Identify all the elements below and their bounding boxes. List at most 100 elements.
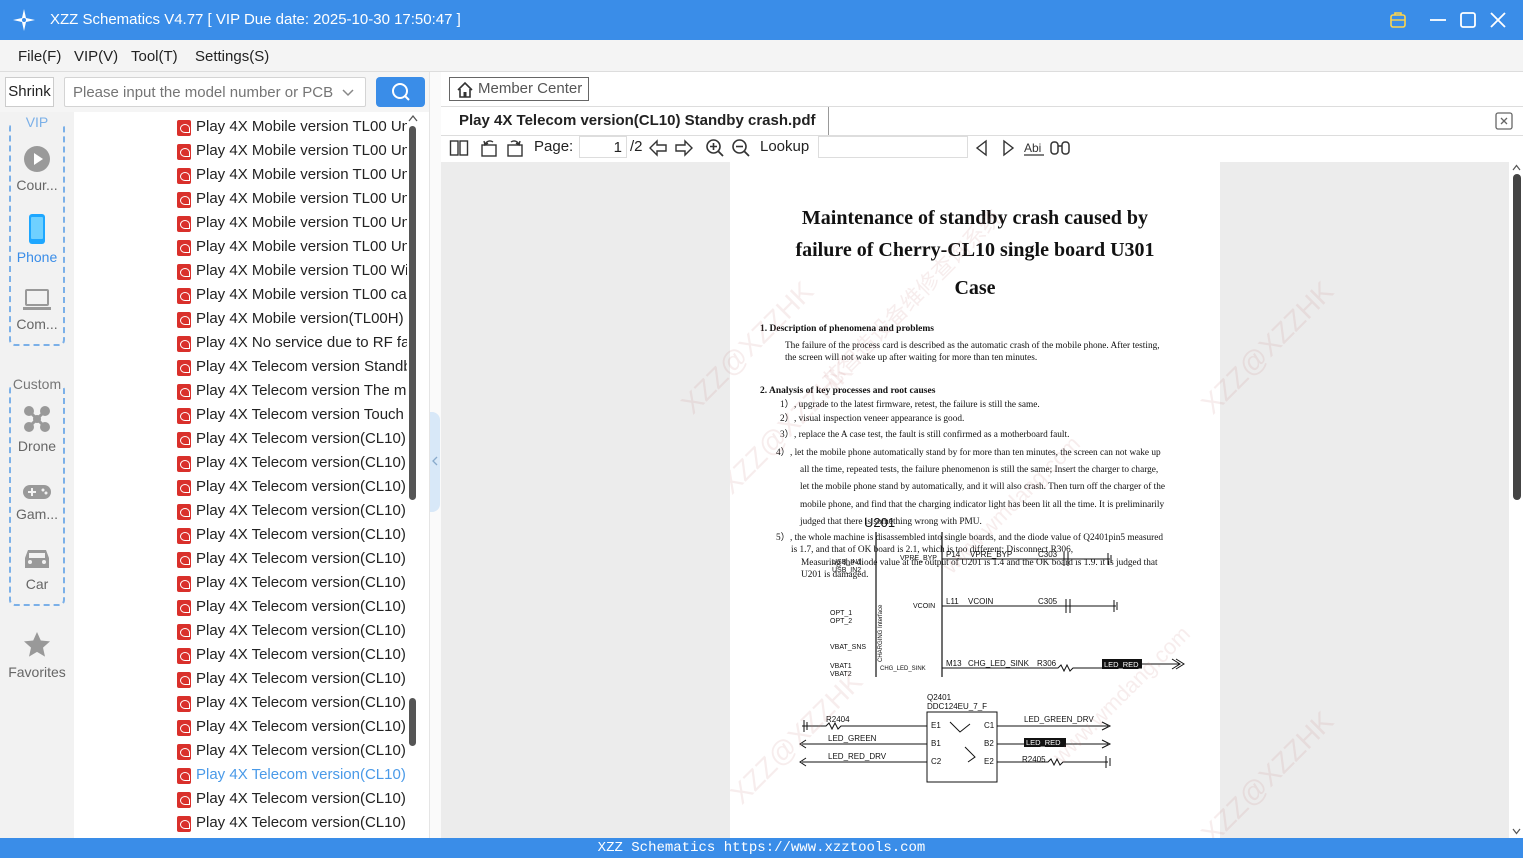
nav-games[interactable]: Gam... — [0, 482, 74, 522]
find-next-icon[interactable] — [998, 138, 1018, 158]
vip-bag-icon[interactable] — [1387, 9, 1409, 31]
page-number-field[interactable]: 1 — [579, 136, 627, 158]
file-list-item[interactable]: Play 4X Telecom version(CL10) I — [177, 668, 417, 692]
gamepad-icon — [23, 485, 51, 499]
file-list-item[interactable]: Play 4X Telecom version(CL10) I — [177, 620, 417, 644]
file-list-item[interactable]: Play 4X No service due to RF fai — [177, 332, 417, 356]
file-list-item[interactable]: Play 4X Telecom version(CL10) ( — [177, 452, 417, 476]
lookup-input[interactable] — [818, 136, 968, 158]
file-list-item[interactable]: Play 4X Telecom version(CL10) I — [177, 716, 417, 740]
document-scrollbar[interactable] — [1509, 162, 1523, 838]
menu-file[interactable]: File(F) — [18, 48, 61, 65]
previous-page-icon[interactable] — [648, 138, 668, 158]
file-list-item[interactable]: Play 4X Telecom version(CL10) S — [177, 764, 417, 788]
step-line: mobile phone, and find that the charging… — [800, 500, 1165, 510]
find-previous-icon[interactable] — [972, 138, 992, 158]
nav-drone[interactable]: Drone — [0, 404, 74, 454]
file-list-item[interactable]: Play 4X Telecom version Touch — [177, 404, 417, 428]
member-center-label: Member Center — [478, 80, 583, 97]
file-list-item[interactable]: Play 4X Mobile version TL00 Un — [177, 116, 417, 140]
menu-vip[interactable]: VIP(V) — [74, 48, 118, 65]
zoom-in-icon[interactable] — [705, 138, 725, 158]
file-list-item[interactable]: Play 4X Telecom version(CL10) I — [177, 644, 417, 668]
file-list-item[interactable]: Play 4X Mobile version TL00 car — [177, 284, 417, 308]
nav-label: Car — [25, 576, 49, 592]
member-center-button[interactable]: Member Center — [449, 77, 589, 101]
file-list-scroll-thumb-2[interactable] — [409, 698, 416, 746]
rotate-left-icon[interactable] — [479, 138, 499, 158]
nav-label: Com... — [16, 316, 58, 332]
status-bar: XZZ Schematics https://www.xzztools.com — [0, 838, 1523, 858]
file-name: Play 4X Mobile version TL00 Un — [196, 190, 410, 207]
file-list-item[interactable]: Play 4X Mobile version TL00 Un — [177, 164, 417, 188]
star-icon — [24, 632, 50, 657]
document-tab[interactable]: Play 4X Telecom version(CL10) Standby cr… — [441, 107, 829, 135]
scroll-down-icon[interactable] — [1512, 828, 1521, 835]
file-list-item[interactable]: Play 4X Telecom version Standb — [177, 356, 417, 380]
splitter-handle[interactable] — [430, 412, 440, 512]
file-name: Play 4X Mobile version TL00 Un — [196, 118, 410, 135]
file-list-item[interactable]: Play 4X Telecom version(CL10) I — [177, 596, 417, 620]
file-list-item[interactable]: Play 4X Telecom version(CL10) I — [177, 692, 417, 716]
page-total: /2 — [630, 138, 643, 155]
file-list-item[interactable]: Play 4X Mobile version TL00 Un — [177, 212, 417, 236]
schematic-label: C303 — [1038, 550, 1058, 559]
pdf-file-icon — [177, 648, 191, 664]
pdf-file-icon — [177, 240, 191, 256]
maximize-icon[interactable] — [1457, 9, 1479, 31]
file-list-item[interactable]: Play 4X Mobile version TL00 Un — [177, 188, 417, 212]
file-list-item[interactable]: Play 4X Telecom version(CL10) T — [177, 812, 417, 836]
scroll-up-icon[interactable] — [1512, 164, 1521, 171]
close-icon[interactable] — [1487, 9, 1509, 31]
file-list-item[interactable]: Play 4X Mobile version TL00 Un — [177, 140, 417, 164]
zoom-out-icon[interactable] — [731, 138, 751, 158]
pane-splitter[interactable] — [429, 72, 441, 838]
file-list-item[interactable]: Play 4X Telecom version The ma — [177, 380, 417, 404]
drone-icon — [24, 406, 50, 432]
file-name: Play 4X Telecom version(CL10) I — [196, 430, 415, 447]
search-input[interactable] — [64, 77, 366, 107]
nav-courses[interactable]: Cour... — [0, 145, 74, 193]
nav-favorites[interactable]: Favorites — [0, 630, 74, 680]
schematic-label: R306 — [1037, 659, 1057, 668]
file-list-item[interactable]: Play 4X Telecom version(CL10) I — [177, 524, 417, 548]
file-list-item[interactable]: Play 4X Telecom version(CL10) S — [177, 788, 417, 812]
file-name: Play 4X Telecom version(CL10) I — [196, 718, 415, 735]
pdf-file-icon — [177, 384, 191, 400]
scroll-up-icon[interactable] — [408, 114, 418, 122]
shrink-button[interactable]: Shrink — [5, 77, 54, 107]
nav-phone[interactable]: Phone — [0, 213, 74, 265]
file-list-item[interactable]: Play 4X Telecom version(CL10) I — [177, 500, 417, 524]
document-scroll-thumb[interactable] — [1513, 174, 1521, 500]
pdf-file-icon — [177, 768, 191, 784]
document-tab-bar: Play 4X Telecom version(CL10) Standby cr… — [441, 106, 1523, 136]
menu-settings[interactable]: Settings(S) — [195, 48, 269, 65]
match-case-icon[interactable]: Abi — [1024, 138, 1044, 158]
svg-text:Abi: Abi — [1024, 141, 1041, 155]
find-all-icon[interactable] — [1050, 138, 1070, 158]
file-list-scroll-thumb[interactable] — [409, 126, 416, 500]
file-list-item[interactable]: Play 4X Telecom version(CL10) I — [177, 740, 417, 764]
file-list-item[interactable]: Play 4X Telecom version(CL10) ( — [177, 476, 417, 500]
rotate-right-icon[interactable] — [505, 138, 525, 158]
close-tab-icon[interactable] — [1495, 112, 1513, 130]
nav-car[interactable]: Car — [0, 546, 74, 592]
file-name: Play 4X Telecom version(CL10) I — [196, 742, 415, 759]
file-list-item[interactable]: Play 4X Mobile version(TL00H) I — [177, 308, 417, 332]
file-list-item[interactable]: Play 4X Telecom version(CL10) I — [177, 572, 417, 596]
two-page-view-icon[interactable] — [449, 138, 469, 158]
file-list-item[interactable]: Play 4X Mobile version TL00 Wi — [177, 260, 417, 284]
nav-computer[interactable]: Com... — [0, 288, 74, 332]
search-button[interactable] — [376, 77, 425, 107]
next-page-icon[interactable] — [674, 138, 694, 158]
file-list-item[interactable]: Play 4X Telecom version(CL10) I — [177, 548, 417, 572]
file-name: Play 4X Telecom version Touch — [196, 406, 404, 423]
menu-tool[interactable]: Tool(T) — [131, 48, 178, 65]
chevron-down-icon[interactable] — [342, 86, 354, 98]
file-list-scrollbar[interactable] — [407, 112, 419, 838]
file-list-item[interactable]: Play 4X Mobile version TL00 Un — [177, 236, 417, 260]
schematic-label: B2 — [984, 739, 994, 748]
pdf-file-icon — [177, 624, 191, 640]
minimize-icon[interactable] — [1427, 9, 1449, 31]
file-list-item[interactable]: Play 4X Telecom version(CL10) I — [177, 428, 417, 452]
